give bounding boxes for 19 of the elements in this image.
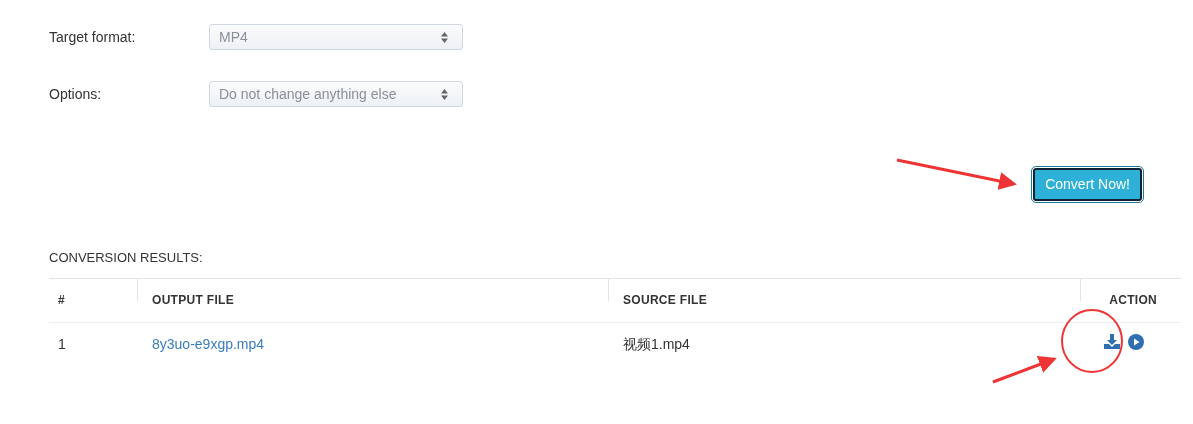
output-file-link[interactable]: 8y3uo-e9xgp.mp4	[152, 335, 265, 352]
annotation-circle	[1061, 309, 1123, 373]
column-header: SOURCE FILE	[623, 293, 707, 307]
convert-button[interactable]: Convert Now!	[1033, 168, 1142, 201]
section-heading: CONVERSION RESULTS:	[49, 249, 204, 267]
source-file-name: 视频1.mp4	[623, 335, 690, 352]
sort-arrows-icon	[441, 31, 448, 43]
sort-arrows-icon	[441, 88, 448, 100]
row-number: 1	[58, 335, 66, 352]
column-header: OUTPUT FILE	[152, 293, 234, 307]
select-field[interactable]: MP4	[209, 24, 463, 50]
field-label: Options:	[49, 84, 103, 104]
annotation-arrow	[992, 355, 1057, 384]
select-field[interactable]: Do not change anything else	[209, 81, 463, 107]
download-icon[interactable]	[1104, 334, 1120, 349]
play-icon[interactable]	[1128, 333, 1144, 350]
field-label: Target format:	[49, 27, 137, 47]
column-header: #	[58, 293, 65, 307]
column-header: ACTION	[1109, 293, 1157, 307]
